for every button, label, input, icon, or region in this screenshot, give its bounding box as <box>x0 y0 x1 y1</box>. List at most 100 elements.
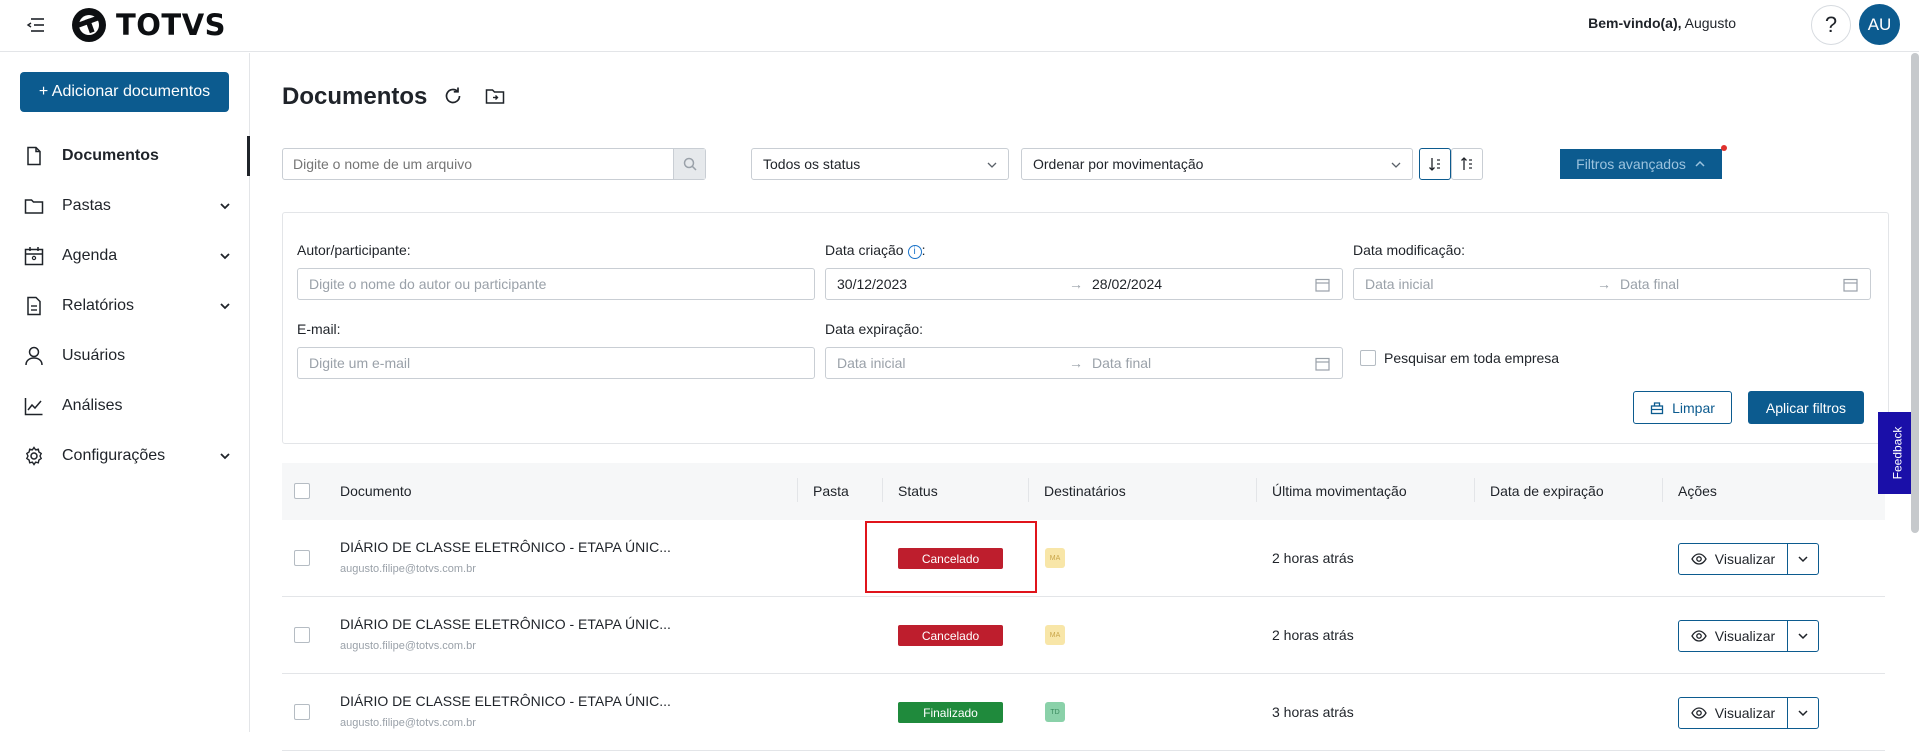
column-separator <box>1256 478 1257 502</box>
clear-filters-label: Limpar <box>1672 399 1715 416</box>
clear-filters-button[interactable]: Limpar <box>1633 391 1732 424</box>
order-select[interactable]: Ordenar por movimentação <box>1021 148 1413 180</box>
refresh-icon[interactable] <box>443 86 463 106</box>
calendar-icon <box>1315 278 1330 292</box>
apply-filters-button[interactable]: Aplicar filtros <box>1748 391 1864 424</box>
row-checkbox[interactable] <box>294 627 310 643</box>
created-date-label-text: Data criação <box>825 242 904 258</box>
column-header-ultima-movimentacao[interactable]: Última movimentação <box>1272 483 1407 499</box>
table-row[interactable]: DIÁRIO DE CLASSE ELETRÔNICO - ETAPA ÚNIC… <box>282 597 1885 674</box>
recipient-avatar[interactable]: TD <box>1045 702 1065 722</box>
sidebar-item-documentos[interactable]: Documentos <box>0 136 250 176</box>
welcome-text: Bem-vindo(a), Augusto <box>1588 15 1736 31</box>
sidebar-item-analises[interactable]: Análises <box>0 386 250 426</box>
chart-line-icon <box>24 398 43 416</box>
email-input[interactable]: Digite um e-mail <box>297 347 815 379</box>
column-separator <box>797 478 798 502</box>
column-header-documento[interactable]: Documento <box>340 483 412 499</box>
calendar-icon <box>1315 357 1330 371</box>
sidebar-item-label: Análises <box>62 397 123 414</box>
document-name[interactable]: DIÁRIO DE CLASSE ELETRÔNICO - ETAPA ÚNIC… <box>340 539 671 555</box>
column-header-data-expiracao[interactable]: Data de expiração <box>1490 483 1604 499</box>
folder-icon <box>24 199 44 214</box>
view-button-label: Visualizar <box>1714 628 1776 644</box>
welcome-user-name: Augusto <box>1684 15 1736 31</box>
chevron-down-icon <box>1798 710 1808 717</box>
table-row[interactable]: DIÁRIO DE CLASSE ELETRÔNICO - ETAPA ÚNIC… <box>282 520 1885 597</box>
help-button[interactable]: ? <box>1811 5 1851 45</box>
column-separator <box>1662 478 1663 502</box>
user-icon <box>25 346 43 366</box>
logo-text: TOTVS <box>116 8 227 42</box>
chevron-down-icon <box>220 303 230 310</box>
row-checkbox[interactable] <box>294 704 310 720</box>
actions-dropdown-button[interactable] <box>1787 697 1819 729</box>
folder-move-icon[interactable] <box>485 86 505 106</box>
feedback-label: Feedback <box>1890 426 1905 480</box>
document-icon <box>27 146 41 166</box>
avatar[interactable]: AU <box>1859 4 1900 45</box>
whole-company-checkbox[interactable] <box>1360 350 1376 366</box>
created-date-range[interactable]: 30/12/2023 → 28/02/2024 <box>825 268 1343 300</box>
notification-dot <box>1721 145 1727 151</box>
arrow-right-icon: → <box>1597 276 1611 292</box>
select-all-checkbox[interactable] <box>294 483 310 499</box>
sort-ascending-button[interactable] <box>1419 148 1451 180</box>
main-content: Documentos Todos os status Ordenar por m… <box>251 53 1919 751</box>
search-icon <box>683 157 697 171</box>
search-input[interactable] <box>293 156 633 172</box>
search-button[interactable] <box>673 149 705 179</box>
last-movement: 2 horas atrás <box>1272 627 1354 643</box>
recipient-avatar[interactable]: MA <box>1045 625 1065 645</box>
status-select[interactable]: Todos os status <box>751 148 1009 180</box>
advanced-filters-button[interactable]: Filtros avançados <box>1560 149 1722 179</box>
menu-collapse-icon[interactable] <box>25 14 47 36</box>
actions-dropdown-button[interactable] <box>1787 620 1819 652</box>
document-owner-email: augusto.filipe@totvs.com.br <box>340 640 476 652</box>
sort-ascending-icon <box>1429 158 1440 171</box>
sidebar-item-configuracoes[interactable]: Configurações <box>0 436 250 476</box>
modified-date-range[interactable]: Data inicial → Data final <box>1353 268 1871 300</box>
column-header-pasta[interactable]: Pasta <box>813 483 849 499</box>
sort-descending-button[interactable] <box>1451 148 1483 180</box>
gear-icon <box>25 446 43 466</box>
top-bar: TOTVS Bem-vindo(a), Augusto ? AU <box>0 0 1919 52</box>
sidebar-item-pastas[interactable]: Pastas <box>0 186 250 226</box>
recipient-avatar[interactable]: MA <box>1045 548 1065 568</box>
document-name[interactable]: DIÁRIO DE CLASSE ELETRÔNICO - ETAPA ÚNIC… <box>340 693 671 709</box>
sidebar-item-label: Pastas <box>62 197 111 214</box>
totvs-logo[interactable]: TOTVS <box>70 6 226 44</box>
column-separator <box>1028 478 1029 502</box>
expiration-date-range[interactable]: Data inicial → Data final <box>825 347 1343 379</box>
advanced-filters-label: Filtros avançados <box>1576 156 1686 172</box>
sidebar: + Adicionar documentos Documentos Pastas… <box>0 53 250 732</box>
chevron-down-icon <box>987 162 997 168</box>
sidebar-item-agenda[interactable]: Agenda <box>0 236 250 276</box>
view-button[interactable]: Visualizar <box>1678 697 1788 729</box>
column-separator <box>882 478 883 502</box>
sidebar-item-usuarios[interactable]: Usuários <box>0 336 250 376</box>
document-owner-email: augusto.filipe@totvs.com.br <box>340 563 476 575</box>
status-badge: Finalizado <box>898 702 1003 723</box>
table-row[interactable]: DIÁRIO DE CLASSE ELETRÔNICO - ETAPA ÚNIC… <box>282 674 1885 751</box>
sidebar-item-relatorios[interactable]: Relatórios <box>0 286 250 326</box>
scrollbar[interactable] <box>1911 53 1919 533</box>
row-checkbox[interactable] <box>294 550 310 566</box>
sidebar-item-label: Relatórios <box>62 297 135 314</box>
totvs-logo-icon <box>72 8 106 42</box>
column-header-status[interactable]: Status <box>898 483 938 499</box>
eye-icon <box>1691 707 1707 719</box>
view-button[interactable]: Visualizar <box>1678 620 1788 652</box>
created-start-date: 30/12/2023 <box>837 276 908 292</box>
add-documents-button[interactable]: + Adicionar documentos <box>20 72 229 112</box>
info-icon[interactable]: i <box>907 245 922 259</box>
column-header-destinatarios[interactable]: Destinatários <box>1044 483 1126 499</box>
chevron-down-icon <box>220 253 230 260</box>
whole-company-label: Pesquisar em toda empresa <box>1384 350 1560 366</box>
view-button[interactable]: Visualizar <box>1678 543 1788 575</box>
document-name[interactable]: DIÁRIO DE CLASSE ELETRÔNICO - ETAPA ÚNIC… <box>340 616 671 632</box>
author-input[interactable]: Digite o nome do autor ou participante <box>297 268 815 300</box>
chevron-down-icon <box>220 203 230 210</box>
eye-icon <box>1691 630 1707 642</box>
actions-dropdown-button[interactable] <box>1787 543 1819 575</box>
